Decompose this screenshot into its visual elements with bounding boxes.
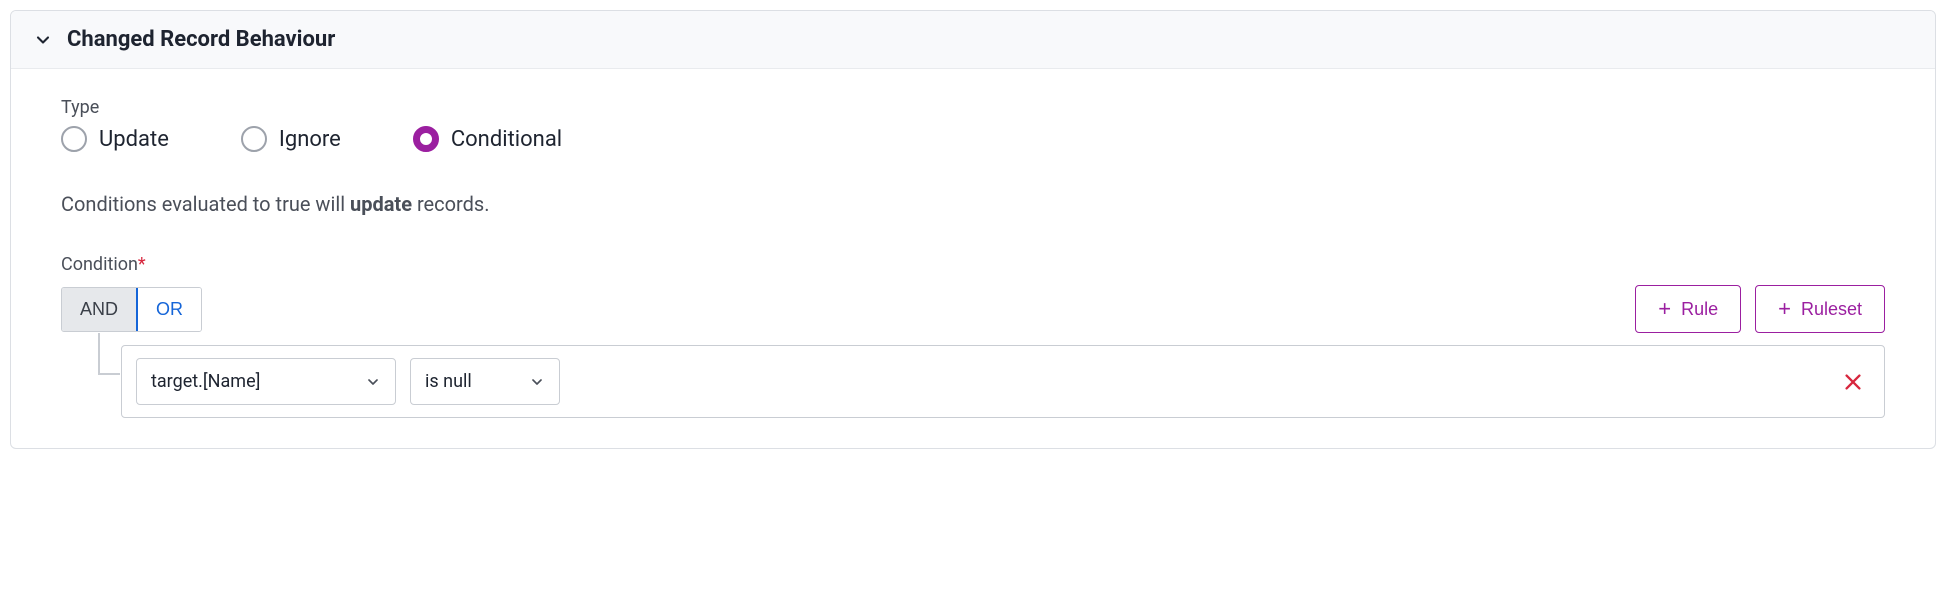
radio-label-ignore: Ignore (279, 127, 341, 152)
radio-ignore[interactable]: Ignore (241, 126, 341, 152)
logic-toggle: AND OR (61, 287, 202, 332)
chevron-down-icon (529, 374, 545, 390)
type-radio-group: Update Ignore Conditional (61, 126, 1885, 152)
rule-row: target.[Name] is null (121, 345, 1885, 418)
radio-label-conditional: Conditional (451, 127, 562, 152)
field-dropdown[interactable]: target.[Name] (136, 358, 396, 405)
changed-record-panel: Changed Record Behaviour Type Update Ign… (10, 10, 1936, 449)
radio-circle-icon (241, 126, 267, 152)
panel-body: Type Update Ignore Conditional Condition… (11, 69, 1935, 448)
add-rule-label: Rule (1681, 299, 1718, 320)
radio-conditional[interactable]: Conditional (413, 126, 562, 152)
rule-area: target.[Name] is null (61, 333, 1885, 418)
radio-circle-selected-icon (413, 126, 439, 152)
rule-connector (61, 333, 121, 418)
required-asterisk: * (138, 254, 146, 275)
help-prefix: Conditions evaluated to true will (61, 192, 350, 216)
add-ruleset-label: Ruleset (1801, 299, 1862, 320)
condition-label-text: Condition (61, 254, 138, 275)
radio-label-update: Update (99, 127, 169, 152)
condition-toolbar: AND OR + Rule + Ruleset (61, 285, 1885, 333)
chevron-down-icon (33, 30, 53, 50)
help-bold: update (350, 192, 412, 216)
help-suffix: records. (412, 192, 490, 216)
radio-circle-icon (61, 126, 87, 152)
chevron-down-icon (365, 374, 381, 390)
panel-header[interactable]: Changed Record Behaviour (11, 11, 1935, 69)
field-value: target.[Name] (151, 371, 260, 392)
condition-label: Condition* (61, 254, 1885, 275)
delete-rule-button[interactable] (1836, 365, 1870, 399)
radio-update[interactable]: Update (61, 126, 169, 152)
logic-or-button[interactable]: OR (136, 288, 201, 331)
type-label: Type (61, 97, 1885, 118)
close-icon (1842, 371, 1864, 393)
panel-title: Changed Record Behaviour (67, 27, 335, 52)
operator-value: is null (425, 371, 472, 392)
add-ruleset-button[interactable]: + Ruleset (1755, 285, 1885, 333)
plus-icon: + (1778, 298, 1791, 320)
logic-and-button[interactable]: AND (62, 288, 136, 331)
operator-dropdown[interactable]: is null (410, 358, 560, 405)
help-text: Conditions evaluated to true will update… (61, 192, 1885, 216)
plus-icon: + (1658, 298, 1671, 320)
action-buttons: + Rule + Ruleset (1635, 285, 1885, 333)
add-rule-button[interactable]: + Rule (1635, 285, 1741, 333)
